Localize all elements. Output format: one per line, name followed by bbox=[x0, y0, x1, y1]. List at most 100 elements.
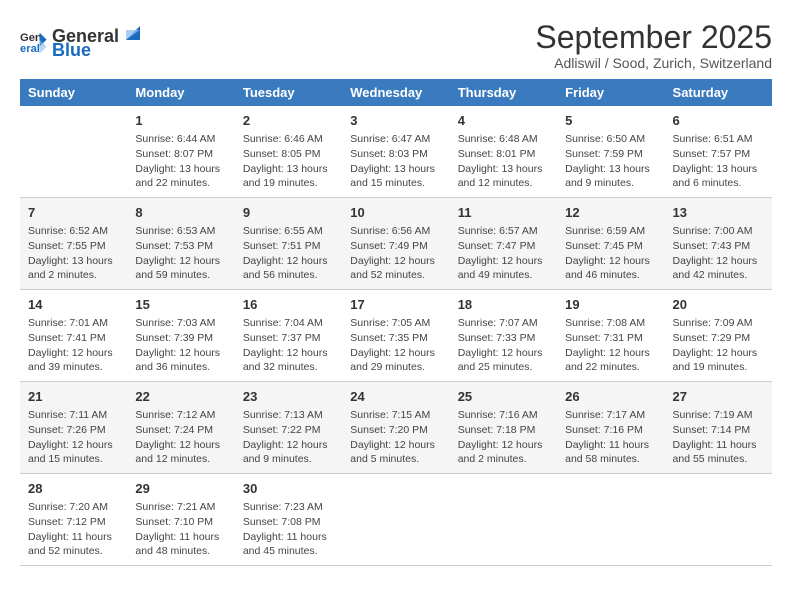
day-number: 16 bbox=[243, 296, 334, 314]
cell-line: and 9 minutes. bbox=[565, 176, 656, 191]
cell-details: Sunrise: 7:07 AMSunset: 7:33 PMDaylight:… bbox=[458, 316, 549, 375]
cell-week5-day2: 29Sunrise: 7:21 AMSunset: 7:10 PMDayligh… bbox=[127, 473, 234, 565]
cell-line: Sunset: 7:20 PM bbox=[350, 423, 441, 438]
calendar-header-row: SundayMondayTuesdayWednesdayThursdayFrid… bbox=[20, 79, 772, 106]
cell-line: Daylight: 12 hours bbox=[350, 254, 441, 269]
cell-line: Sunrise: 7:17 AM bbox=[565, 408, 656, 423]
day-number: 20 bbox=[673, 296, 764, 314]
cell-line: Sunrise: 6:55 AM bbox=[243, 224, 334, 239]
header-sunday: Sunday bbox=[20, 79, 127, 106]
page-subtitle: Adliswil / Sood, Zurich, Switzerland bbox=[535, 55, 772, 71]
cell-line: and 12 minutes. bbox=[458, 176, 549, 191]
cell-details: Sunrise: 7:04 AMSunset: 7:37 PMDaylight:… bbox=[243, 316, 334, 375]
svg-text:eral: eral bbox=[20, 43, 40, 55]
cell-line: Daylight: 12 hours bbox=[135, 254, 226, 269]
cell-line: Sunrise: 7:04 AM bbox=[243, 316, 334, 331]
cell-line: Sunset: 7:12 PM bbox=[28, 515, 119, 530]
cell-line: and 2 minutes. bbox=[458, 452, 549, 467]
cell-line: Sunrise: 7:09 AM bbox=[673, 316, 764, 331]
cell-week1-day7: 6 Sunrise: 6:51 AMSunset: 7:57 PMDaylight… bbox=[665, 106, 772, 197]
cell-week3-day5: 18 Sunrise: 7:07 AMSunset: 7:33 PMDayligh… bbox=[450, 290, 557, 382]
cell-line: Sunrise: 6:47 AM bbox=[350, 132, 441, 147]
day-number: 25 bbox=[458, 388, 549, 406]
cell-details: Sunrise: 6:51 AMSunset: 7:57 PMDaylight:… bbox=[673, 132, 764, 191]
logo-blue: Blue bbox=[52, 40, 91, 60]
logo-text: General Blue bbox=[52, 20, 142, 61]
cell-line: Daylight: 12 hours bbox=[350, 438, 441, 453]
cell-line: Sunrise: 6:48 AM bbox=[458, 132, 549, 147]
day-number: 6 bbox=[673, 112, 764, 130]
calendar-table: SundayMondayTuesdayWednesdayThursdayFrid… bbox=[20, 79, 772, 566]
cell-details: Sunrise: 7:00 AMSunset: 7:43 PMDaylight:… bbox=[673, 224, 764, 283]
cell-line: and 45 minutes. bbox=[243, 544, 334, 559]
cell-week4-day7: 27Sunrise: 7:19 AMSunset: 7:14 PMDayligh… bbox=[665, 382, 772, 474]
cell-line: and 55 minutes. bbox=[673, 452, 764, 467]
cell-details: Sunrise: 7:01 AMSunset: 7:41 PMDaylight:… bbox=[28, 316, 119, 375]
week-row-4: 21Sunrise: 7:11 AMSunset: 7:26 PMDayligh… bbox=[20, 382, 772, 474]
cell-line: Sunset: 7:43 PM bbox=[673, 239, 764, 254]
cell-line: Sunrise: 7:01 AM bbox=[28, 316, 119, 331]
cell-line: Sunrise: 6:46 AM bbox=[243, 132, 334, 147]
cell-line: and 39 minutes. bbox=[28, 360, 119, 375]
day-number: 17 bbox=[350, 296, 441, 314]
cell-line: Sunrise: 7:08 AM bbox=[565, 316, 656, 331]
cell-line: Sunset: 7:31 PM bbox=[565, 331, 656, 346]
header-saturday: Saturday bbox=[665, 79, 772, 106]
cell-line: Sunset: 7:39 PM bbox=[135, 331, 226, 346]
cell-week3-day2: 15Sunrise: 7:03 AMSunset: 7:39 PMDayligh… bbox=[127, 290, 234, 382]
day-number: 8 bbox=[135, 204, 226, 222]
cell-week5-day6 bbox=[557, 473, 664, 565]
cell-line: Daylight: 12 hours bbox=[28, 346, 119, 361]
week-row-5: 28Sunrise: 7:20 AMSunset: 7:12 PMDayligh… bbox=[20, 473, 772, 565]
cell-line: Sunrise: 7:07 AM bbox=[458, 316, 549, 331]
cell-line: and 59 minutes. bbox=[135, 268, 226, 283]
cell-week3-day7: 20 Sunrise: 7:09 AMSunset: 7:29 PMDayligh… bbox=[665, 290, 772, 382]
day-number: 27 bbox=[673, 388, 764, 406]
cell-line: Sunrise: 7:20 AM bbox=[28, 500, 119, 515]
cell-line: Daylight: 12 hours bbox=[673, 346, 764, 361]
cell-week2-day3: 9Sunrise: 6:55 AMSunset: 7:51 PMDaylight… bbox=[235, 198, 342, 290]
cell-line: Daylight: 12 hours bbox=[458, 254, 549, 269]
cell-line: and 29 minutes. bbox=[350, 360, 441, 375]
cell-details: Sunrise: 7:09 AMSunset: 7:29 PMDaylight:… bbox=[673, 316, 764, 375]
cell-details: Sunrise: 7:20 AMSunset: 7:12 PMDaylight:… bbox=[28, 500, 119, 559]
cell-details: Sunrise: 7:21 AMSunset: 7:10 PMDaylight:… bbox=[135, 500, 226, 559]
cell-line: Daylight: 11 hours bbox=[135, 530, 226, 545]
cell-line: Sunrise: 6:56 AM bbox=[350, 224, 441, 239]
cell-week1-day5: 4Sunrise: 6:48 AMSunset: 8:01 PMDaylight… bbox=[450, 106, 557, 197]
cell-line: Sunrise: 7:03 AM bbox=[135, 316, 226, 331]
cell-line: Sunset: 8:07 PM bbox=[135, 147, 226, 162]
header-friday: Friday bbox=[557, 79, 664, 106]
cell-details: Sunrise: 7:05 AMSunset: 7:35 PMDaylight:… bbox=[350, 316, 441, 375]
cell-line: and 6 minutes. bbox=[673, 176, 764, 191]
cell-details: Sunrise: 7:12 AMSunset: 7:24 PMDaylight:… bbox=[135, 408, 226, 467]
header-thursday: Thursday bbox=[450, 79, 557, 106]
cell-line: Daylight: 12 hours bbox=[135, 438, 226, 453]
day-number: 12 bbox=[565, 204, 656, 222]
cell-line: Daylight: 11 hours bbox=[28, 530, 119, 545]
cell-line: Daylight: 11 hours bbox=[243, 530, 334, 545]
cell-line: Sunrise: 7:19 AM bbox=[673, 408, 764, 423]
cell-line: Sunset: 7:47 PM bbox=[458, 239, 549, 254]
cell-line: and 5 minutes. bbox=[350, 452, 441, 467]
day-number: 22 bbox=[135, 388, 226, 406]
cell-line: Sunset: 7:59 PM bbox=[565, 147, 656, 162]
cell-details: Sunrise: 6:50 AMSunset: 7:59 PMDaylight:… bbox=[565, 132, 656, 191]
cell-line: Daylight: 13 hours bbox=[350, 162, 441, 177]
cell-line: and 22 minutes. bbox=[565, 360, 656, 375]
cell-line: and 52 minutes. bbox=[28, 544, 119, 559]
cell-details: Sunrise: 6:44 AMSunset: 8:07 PMDaylight:… bbox=[135, 132, 226, 191]
header-wednesday: Wednesday bbox=[342, 79, 449, 106]
cell-line: Sunset: 8:05 PM bbox=[243, 147, 334, 162]
cell-line: Daylight: 12 hours bbox=[135, 346, 226, 361]
cell-line: Sunrise: 6:44 AM bbox=[135, 132, 226, 147]
cell-details: Sunrise: 7:17 AMSunset: 7:16 PMDaylight:… bbox=[565, 408, 656, 467]
day-number: 18 bbox=[458, 296, 549, 314]
cell-line: and 25 minutes. bbox=[458, 360, 549, 375]
day-number: 3 bbox=[350, 112, 441, 130]
cell-week3-day6: 19Sunrise: 7:08 AMSunset: 7:31 PMDayligh… bbox=[557, 290, 664, 382]
cell-line: Sunset: 7:55 PM bbox=[28, 239, 119, 254]
cell-line: Sunrise: 6:50 AM bbox=[565, 132, 656, 147]
cell-details: Sunrise: 7:15 AMSunset: 7:20 PMDaylight:… bbox=[350, 408, 441, 467]
cell-details: Sunrise: 7:23 AMSunset: 7:08 PMDaylight:… bbox=[243, 500, 334, 559]
